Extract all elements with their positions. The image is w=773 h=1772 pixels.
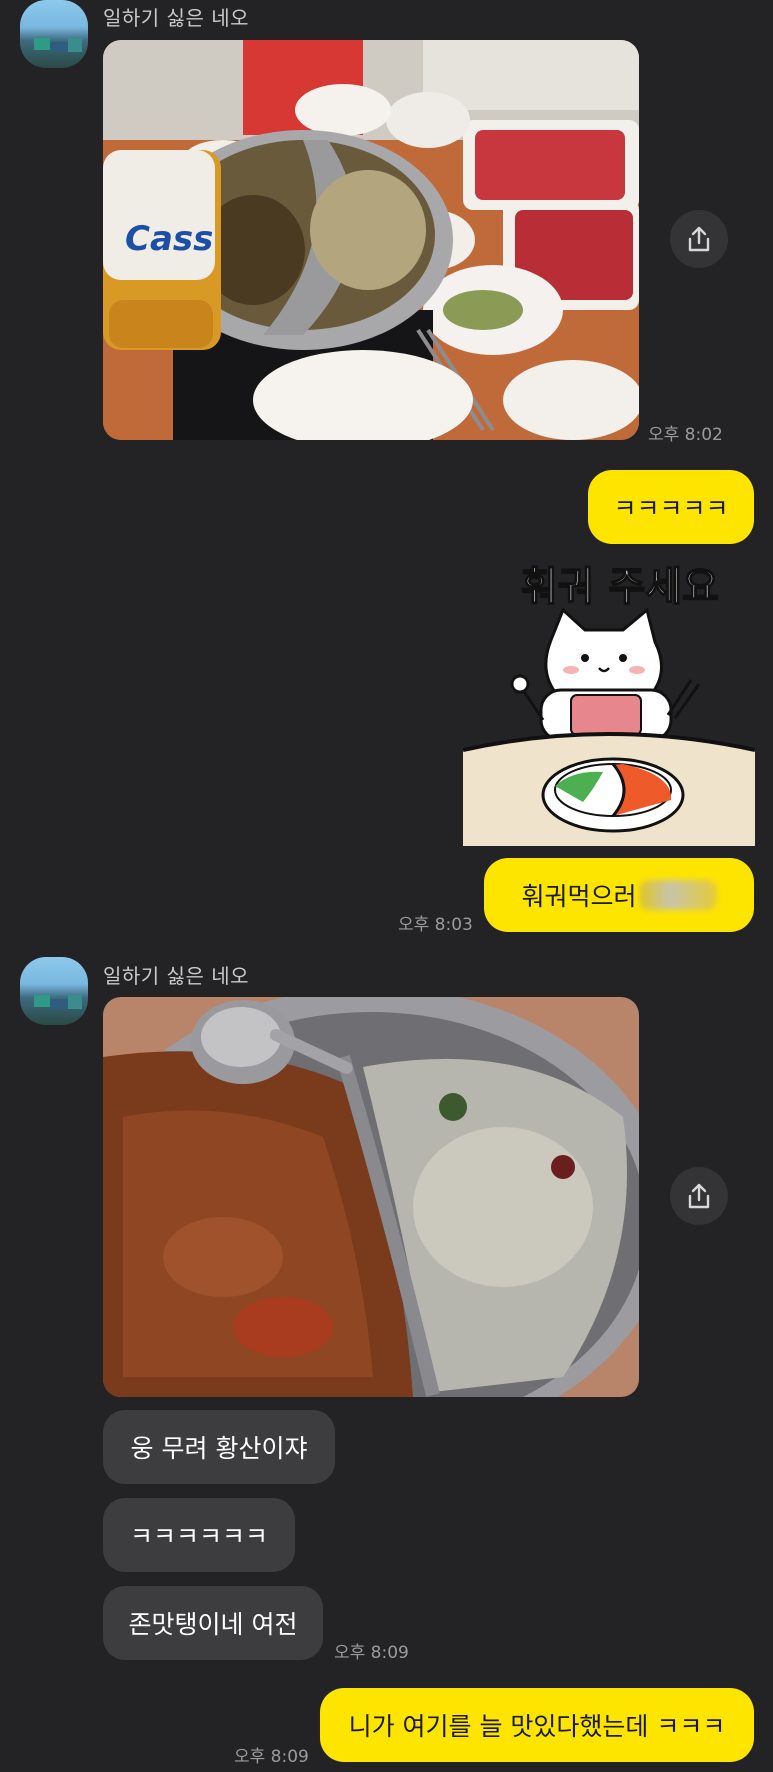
message-time: 오후 8:09 bbox=[234, 1747, 309, 1767]
incoming-message-bubble[interactable]: 존맛탱이네 여전 bbox=[103, 1586, 323, 1660]
cat-eating-hotpot-sticker: 훠궈 주세요 bbox=[462, 563, 756, 846]
sender-name: 일하기 싫은 네오 bbox=[103, 6, 250, 30]
message-time: 오후 8:03 bbox=[398, 915, 473, 935]
incoming-message-bubble[interactable]: 웅 무려 황산이쟈 bbox=[103, 1410, 335, 1484]
cass-logo-text: Cass bbox=[125, 219, 213, 259]
redacted-text bbox=[638, 880, 717, 910]
share-icon bbox=[688, 226, 710, 252]
avatar[interactable] bbox=[20, 957, 88, 1025]
outgoing-message-bubble[interactable]: ㅋㅋㅋㅋㅋ bbox=[588, 470, 754, 544]
message-time: 오후 8:02 bbox=[648, 425, 723, 445]
message-text: 웅 무려 황산이쟈 bbox=[130, 1434, 308, 1463]
avatar[interactable] bbox=[20, 0, 88, 68]
hotpot-closeup-image bbox=[103, 997, 639, 1397]
hotpot-sticker[interactable]: 훠궈 주세요 bbox=[462, 550, 756, 846]
message-text: ㅋㅋㅋㅋㅋ bbox=[613, 494, 729, 523]
share-button[interactable] bbox=[670, 210, 728, 268]
sticker-caption: 훠궈 주세요 bbox=[521, 564, 719, 610]
outgoing-message-bubble[interactable]: 훠궈먹으러 bbox=[484, 858, 754, 932]
share-button[interactable] bbox=[670, 1167, 728, 1225]
message-text: 존맛탱이네 여전 bbox=[128, 1610, 298, 1639]
message-time: 오후 8:09 bbox=[334, 1643, 409, 1663]
outgoing-message-bubble[interactable]: 니가 여기를 늘 맛있다했는데 ㅋㅋㅋ bbox=[320, 1688, 754, 1762]
incoming-message-bubble[interactable]: ㅋㅋㅋㅋㅋㅋ bbox=[103, 1498, 295, 1572]
message-text: ㅋㅋㅋㅋㅋㅋ bbox=[129, 1522, 268, 1551]
message-text: 훠궈먹으러 bbox=[521, 882, 637, 911]
share-icon bbox=[688, 1183, 710, 1209]
hotpot-table-photo[interactable]: Cass bbox=[103, 40, 639, 440]
sender-name: 일하기 싫은 네오 bbox=[103, 964, 250, 988]
message-text: 니가 여기를 늘 맛있다했는데 ㅋㅋㅋ bbox=[348, 1712, 726, 1741]
hotpot-closeup-photo[interactable] bbox=[103, 997, 639, 1397]
hotpot-table-image: Cass bbox=[103, 40, 639, 440]
